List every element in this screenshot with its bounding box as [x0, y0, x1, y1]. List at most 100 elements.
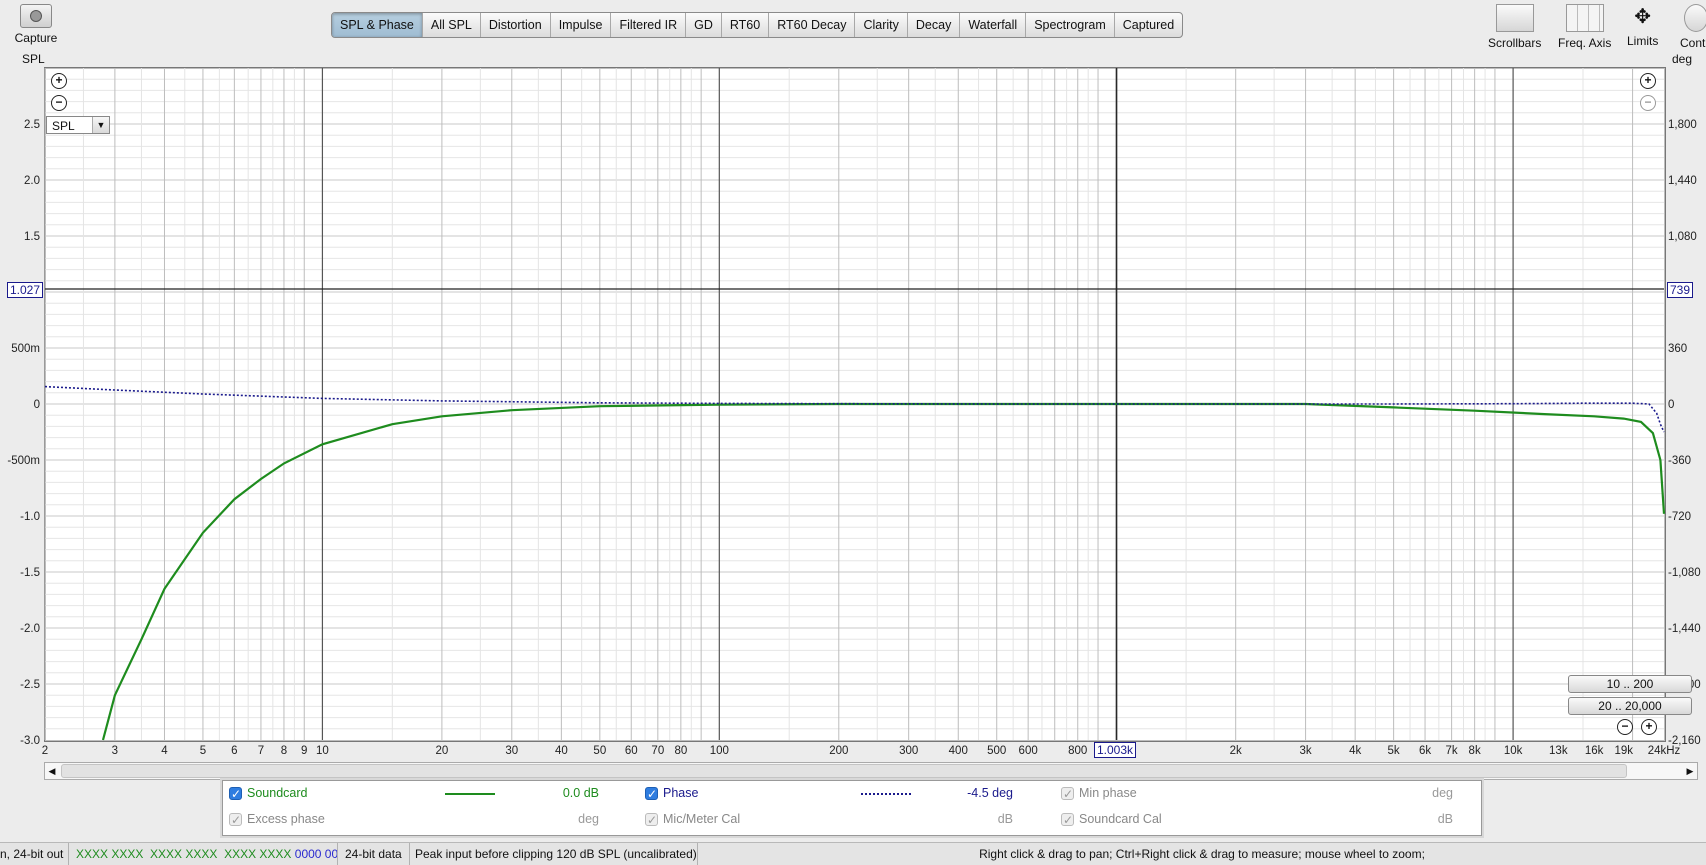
y-left-tick-label: 1.5: [24, 231, 40, 243]
x-tick-label: 800: [1068, 745, 1087, 757]
soundcard-line-swatch: [445, 793, 495, 795]
x-tick-label: 60: [625, 745, 638, 757]
spl-phase-chart: 2.52.01.51.0500m0-500m-1.0-1.5-2.0-2.5-3…: [7, 68, 1701, 757]
x-tick-label: 500: [987, 745, 1006, 757]
status-hint: Right click & drag to pan; Ctrl+Right cl…: [979, 847, 1425, 861]
phase-value: -4.5 deg: [967, 786, 1013, 800]
x-tick-label: 6k: [1419, 745, 1431, 757]
x-tick-label: 5k: [1388, 745, 1400, 757]
legend-item-soundcard[interactable]: Soundcard: [229, 784, 429, 803]
soundcard-checkbox[interactable]: [229, 785, 242, 803]
x-tick-label: 400: [949, 745, 968, 757]
x-tick-label: 7: [258, 745, 264, 757]
x-tick-label: 30: [505, 745, 518, 757]
y-right-tick-label: 1,800: [1668, 119, 1697, 131]
soundcard-cal-checkbox[interactable]: [1061, 811, 1074, 829]
mic-meter-cal-label: Mic/Meter Cal: [663, 812, 741, 826]
excess-phase-value: deg: [578, 812, 599, 826]
status-data-format: 24-bit data: [340, 843, 410, 865]
y-left-tick-label: 500m: [11, 343, 40, 355]
mic-meter-cal-checkbox[interactable]: [645, 811, 658, 829]
x-tick-label: 7k: [1446, 745, 1458, 757]
y-left-tick-label: -1.5: [20, 567, 40, 579]
status-peak-input: Peak input before clipping 120 dB SPL (u…: [410, 843, 698, 865]
horizontal-scrollbar[interactable]: ◀ ▶: [44, 762, 1698, 780]
x-tick-label: 8k: [1469, 745, 1481, 757]
y-right-tick-label: 0: [1668, 399, 1674, 411]
legend-item-phase[interactable]: Phase: [645, 784, 845, 803]
status-bits-green: XXXX XXXX XXXX XXXX XXXX XXXX: [76, 847, 292, 861]
zoom-in-x-icon[interactable]: +: [1641, 719, 1657, 735]
phase-label: Phase: [663, 786, 699, 800]
y-right-tick-label: 1,080: [1668, 231, 1697, 243]
phase-checkbox[interactable]: [645, 785, 658, 803]
soundcard-label: Soundcard: [247, 786, 308, 800]
x-tick-label: 16k: [1585, 745, 1604, 757]
x-tick-label: 9: [301, 745, 307, 757]
scroll-right-icon[interactable]: ▶: [1683, 763, 1697, 779]
left-cursor-readout: 1.027: [7, 282, 44, 298]
x-tick-label: 40: [555, 745, 568, 757]
y-axis-select-value: SPL: [52, 119, 75, 133]
x-tick-label: 10: [316, 745, 329, 757]
legend-item-excess-phase[interactable]: Excess phase: [229, 810, 429, 829]
x-tick-label: 300: [899, 745, 918, 757]
status-bits-blue: 0000 0000: [294, 847, 338, 861]
legend-item-soundcard-cal[interactable]: Soundcard Cal: [1061, 810, 1261, 829]
x-tick-label: 10k: [1504, 745, 1523, 757]
scrollbar-thumb[interactable]: [61, 764, 1627, 778]
x-tick-label: 200: [829, 745, 848, 757]
right-cursor-readout: 739: [1667, 282, 1694, 298]
x-tick-label: 5: [200, 745, 206, 757]
x-tick-label: 600: [1019, 745, 1038, 757]
y-left-tick-label: -3.0: [20, 735, 40, 747]
freq-cursor-readout: 1.003k: [1094, 742, 1137, 758]
min-phase-value: deg: [1432, 786, 1453, 800]
x-tick-label: 80: [674, 745, 687, 757]
range-20-20000-button[interactable]: 20 .. 20,000: [1568, 697, 1692, 715]
x-tick-label: 6: [231, 745, 237, 757]
y-right-tick-label: -720: [1668, 511, 1691, 523]
zoom-in-right-icon[interactable]: +: [1640, 73, 1656, 89]
y-right-tick-label: -1,440: [1668, 623, 1701, 635]
y-axis-select[interactable]: SPL ▼: [46, 116, 110, 134]
zoom-out-x-icon[interactable]: −: [1617, 719, 1633, 735]
phase-line-swatch: [861, 793, 911, 795]
legend-item-min-phase[interactable]: Min phase: [1061, 784, 1261, 803]
status-bar: n, 24-bit out XXXX XXXX XXXX XXXX XXXX X…: [0, 842, 1706, 865]
y-left-tick-label: -1.0: [20, 511, 40, 523]
status-output-format: n, 24-bit out: [0, 843, 69, 865]
y-left-tick-label: -500m: [7, 455, 40, 467]
y-right-tick-label: -360: [1668, 455, 1691, 467]
status-bit-indicators: XXXX XXXX XXXX XXXX XXXX XXXX 0000 0000: [70, 843, 338, 865]
x-tick-label: 4k: [1349, 745, 1361, 757]
soundcard-value: 0.0 dB: [562, 786, 599, 800]
range-10-200-button[interactable]: 10 .. 200: [1568, 675, 1692, 693]
soundcard-cal-value: dB: [1437, 812, 1453, 826]
chevron-down-icon: ▼: [92, 117, 109, 133]
y-left-tick-label: 2.5: [24, 119, 40, 131]
excess-phase-label: Excess phase: [247, 812, 325, 826]
legend-item-mic-meter-cal[interactable]: Mic/Meter Cal: [645, 810, 845, 829]
zoom-in-y-icon[interactable]: +: [51, 73, 67, 89]
soundcard-cal-label: Soundcard Cal: [1079, 812, 1162, 826]
zoom-out-y-icon[interactable]: −: [51, 95, 67, 111]
x-tick-label: 8: [281, 745, 287, 757]
x-tick-label: 13k: [1549, 745, 1568, 757]
excess-phase-checkbox[interactable]: [229, 811, 242, 829]
x-tick-label: 20: [435, 745, 448, 757]
zoom-out-right-icon[interactable]: −: [1640, 95, 1656, 111]
y-left-tick-label: -2.5: [20, 679, 40, 691]
min-phase-label: Min phase: [1079, 786, 1137, 800]
x-tick-label: 19k: [1614, 745, 1633, 757]
legend-panel: Soundcard 0.0 dB Phase -4.5 deg Min phas…: [222, 780, 1482, 836]
scroll-left-icon[interactable]: ◀: [45, 763, 59, 779]
min-phase-checkbox[interactable]: [1061, 785, 1074, 803]
y-left-tick-label: 0: [34, 399, 40, 411]
y-right-tick-label: 1,440: [1668, 175, 1697, 187]
y-right-tick-label: -1,080: [1668, 567, 1701, 579]
x-tick-label: 100: [710, 745, 729, 757]
x-tick-label: 70: [651, 745, 664, 757]
x-tick-label: 24kHz: [1648, 745, 1681, 757]
x-tick-label: 3: [112, 745, 118, 757]
